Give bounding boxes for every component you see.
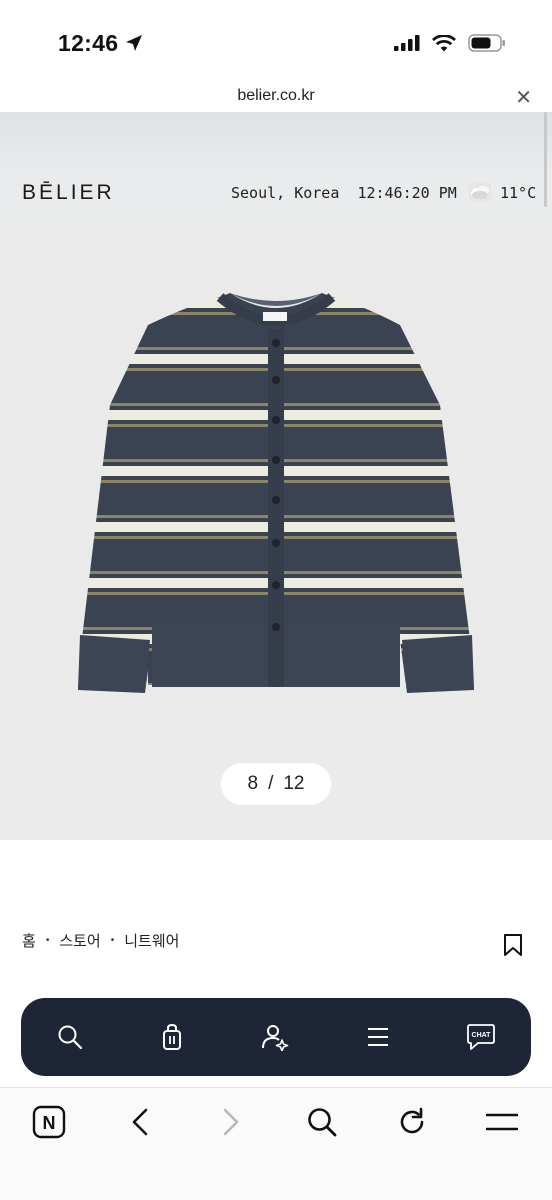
menu-button[interactable]: [361, 1020, 395, 1054]
browser-url-bar[interactable]: belier.co.kr ✕: [0, 82, 552, 112]
back-icon: [132, 1108, 148, 1136]
shopping-bag-button[interactable]: [155, 1020, 189, 1054]
breadcrumb-separator: •: [45, 935, 50, 946]
close-icon[interactable]: ✕: [515, 85, 532, 110]
gallery-counter: 8 / 12: [221, 763, 331, 805]
forward-icon: [223, 1108, 239, 1136]
brand-logo[interactable]: BĒLIER: [22, 181, 115, 205]
account-button[interactable]: [258, 1020, 292, 1054]
city-name: Seoul, Korea: [231, 184, 340, 202]
floating-nav: CHAT: [21, 998, 531, 1076]
naver-home-icon: N: [32, 1105, 66, 1139]
shopping-bag-icon: [163, 1023, 181, 1050]
menu-icon: [486, 1113, 518, 1131]
url-text[interactable]: belier.co.kr: [0, 87, 552, 105]
account-icon: [262, 1025, 289, 1051]
cloudy-weather-icon: [469, 183, 491, 201]
back-button[interactable]: [120, 1102, 160, 1142]
gallery-current: 8: [247, 773, 259, 794]
naver-home-label: N: [43, 1113, 56, 1133]
browser-menu-button[interactable]: [482, 1102, 522, 1142]
breadcrumb: 홈 • 스토어 • 니트웨어: [22, 930, 179, 951]
bookmark-icon[interactable]: [503, 933, 523, 957]
city-time: 12:46:20 PM: [357, 184, 457, 202]
chat-icon: CHAT: [467, 1024, 495, 1050]
breadcrumb-knitwear[interactable]: 니트웨어: [124, 930, 179, 951]
refresh-icon: [400, 1107, 424, 1134]
product-image-cardigan[interactable]: [70, 285, 482, 705]
toolbar-search-button[interactable]: [302, 1102, 342, 1142]
forward-button[interactable]: [211, 1102, 251, 1142]
search-icon: [58, 1025, 83, 1050]
breadcrumb-store[interactable]: 스토어: [59, 930, 100, 951]
search-button[interactable]: [53, 1020, 87, 1054]
gallery-separator: /: [268, 773, 274, 794]
cellular-signal-icon: [394, 35, 420, 51]
city-clock: Seoul, Korea 12:46:20 PM: [231, 184, 457, 202]
breadcrumb-separator: •: [110, 935, 115, 946]
browser-toolbar: N: [0, 1088, 552, 1200]
chat-label: CHAT: [472, 1032, 492, 1039]
battery-icon: [468, 34, 505, 52]
breadcrumb-home[interactable]: 홈: [22, 930, 36, 951]
temperature: 11°C: [500, 184, 537, 202]
gallery-total: 12: [283, 773, 305, 794]
wifi-icon: [432, 34, 456, 51]
status-time: 12:46: [58, 30, 119, 56]
status-icons: [394, 34, 506, 52]
chat-button[interactable]: CHAT: [464, 1020, 498, 1054]
location-arrow-icon: [126, 35, 142, 51]
menu-icon: [368, 1028, 388, 1046]
status-bar: 12:46: [0, 0, 552, 82]
search-icon: [308, 1108, 337, 1137]
naver-home-button[interactable]: N: [29, 1102, 69, 1142]
scrollbar[interactable]: [544, 112, 547, 207]
refresh-button[interactable]: [392, 1102, 432, 1142]
brand-logo-text: BĒLIER: [22, 181, 115, 204]
